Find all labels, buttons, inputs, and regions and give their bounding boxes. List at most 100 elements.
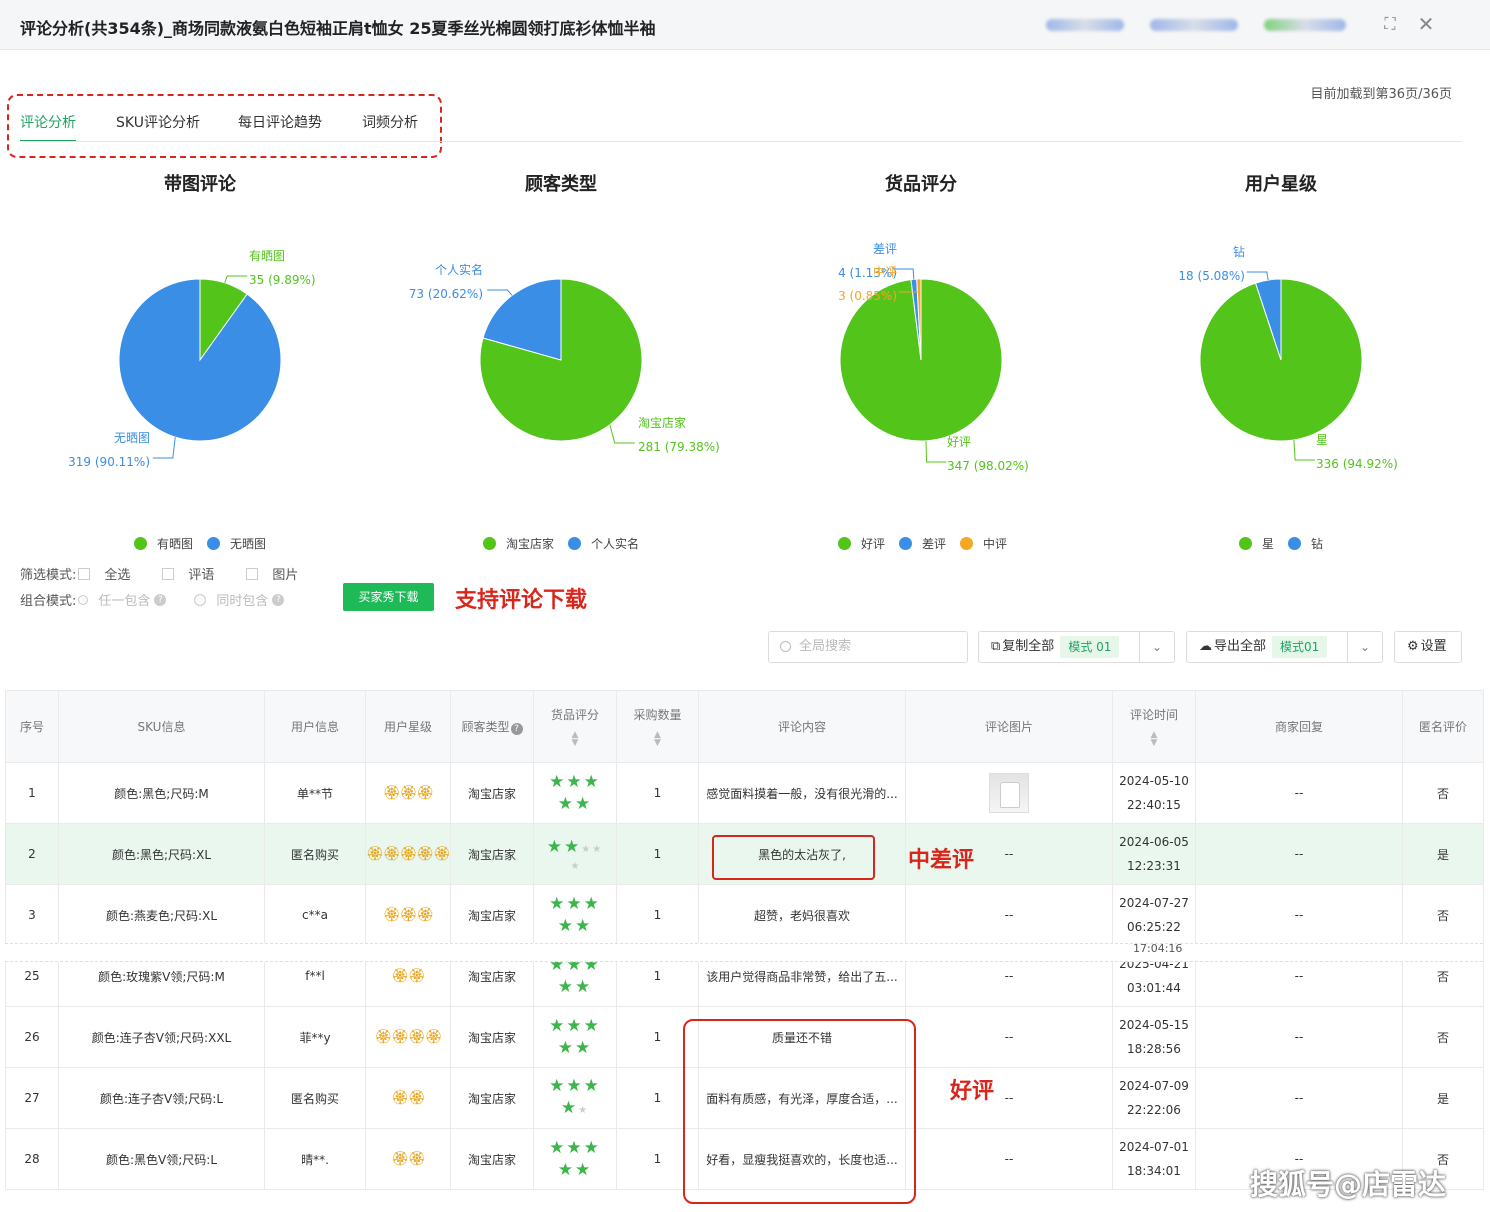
- sort-icon[interactable]: ▲ ▼: [1114, 731, 1195, 748]
- column-header[interactable]: 用户星级: [365, 690, 451, 763]
- row-number: 3: [28, 908, 36, 922]
- leader-line: [925, 440, 947, 463]
- cell-reply: --: [1195, 1006, 1403, 1068]
- help-icon[interactable]: ?: [154, 593, 167, 606]
- tab-word-frequency[interactable]: 词频分析: [362, 112, 418, 140]
- select-all-checkbox[interactable]: [78, 567, 91, 580]
- merchant-reply: --: [1294, 847, 1304, 861]
- window-titlebar: 评论分析(共354条)_商场同款液氨白色短袖正肩t恤女 25夏季丝光棉圆领打底衫…: [0, 0, 1490, 50]
- cell-customer-type: 淘宝店家: [450, 762, 534, 824]
- export-all-label: 导出全部: [1214, 639, 1267, 654]
- tab-daily-trend[interactable]: 每日评论趋势: [238, 112, 322, 140]
- settings-button[interactable]: ⚙ 设置: [1394, 631, 1462, 663]
- cell-user: 菲**y: [264, 1006, 366, 1068]
- leader-line: [1293, 439, 1316, 461]
- global-search-input[interactable]: 全局搜索: [768, 631, 968, 663]
- cell-content[interactable]: 感觉面料摸着一般，没有很光滑的...: [698, 762, 906, 824]
- all-include-radio[interactable]: [194, 593, 207, 606]
- filter-mode-label: 筛选模式:: [20, 568, 77, 583]
- column-header[interactable]: SKU信息: [58, 690, 265, 763]
- copy-all-button[interactable]: ⧉ 复制全部 模式 01 ⌄: [978, 631, 1175, 663]
- column-header-sortable[interactable]: 评论时间 ▲ ▼: [1112, 690, 1196, 763]
- cell-qty: 1: [616, 884, 699, 946]
- comment-time: 22:40:15: [1127, 798, 1181, 812]
- fullscreen-icon[interactable]: ⛶: [1378, 12, 1402, 36]
- legend-item[interactable]: 有晒图: [134, 535, 193, 552]
- blurred-toolbar-chip-2[interactable]: [1150, 19, 1238, 31]
- rating-stars: ★★★: [549, 894, 601, 914]
- column-header[interactable]: 评论内容: [698, 690, 906, 763]
- copy-all-label: 复制全部: [1002, 639, 1055, 654]
- rating-stars: ★★: [557, 794, 593, 814]
- customer-type: 淘宝店家: [467, 786, 516, 801]
- legend-dot: [960, 537, 974, 550]
- legend-item[interactable]: 好评: [838, 535, 885, 552]
- legend-item[interactable]: 差评: [899, 535, 946, 552]
- tab-sku-analysis[interactable]: SKU评论分析: [116, 112, 200, 140]
- legend-item[interactable]: 钻: [1288, 535, 1323, 552]
- cell-content[interactable]: 超赞，老妈很喜欢: [698, 884, 906, 946]
- anonymous-flag: 否: [1436, 1030, 1449, 1045]
- column-header[interactable]: 用户信息: [264, 690, 366, 763]
- slice-value: 281 (79.38%): [638, 440, 720, 454]
- cell-no: 28: [5, 1128, 59, 1190]
- comment-date: 2024-05-10: [1119, 774, 1189, 788]
- any-include-radio[interactable]: [78, 594, 89, 605]
- legend-rating: 好评 差评 中评: [838, 535, 1021, 552]
- cell-no: 1: [5, 762, 59, 824]
- header-label: 货品评分: [550, 708, 599, 722]
- cell-sku: 颜色:燕麦色;尺码:XL: [58, 884, 265, 946]
- pie-charts: 有晒图 35 (9.89%) 无晒图 319 (90.11%) 淘宝店家 281 (79.…: [68, 242, 1398, 473]
- header-label: 顾客类型: [461, 720, 510, 734]
- window-title: 评论分析(共354条)_商场同款液氨白色短袖正肩t恤女 25夏季丝光棉圆领打底衫…: [20, 19, 656, 38]
- cell-user: c**a: [264, 884, 366, 946]
- column-header[interactable]: 匿名评价: [1402, 690, 1484, 763]
- sort-icon[interactable]: ▲ ▼: [535, 731, 616, 748]
- legend-label: 钻: [1311, 537, 1324, 551]
- column-header[interactable]: 评论图片: [905, 690, 1113, 763]
- rating-stars: ★★★: [549, 1075, 601, 1096]
- legend-item[interactable]: 无晒图: [207, 535, 266, 552]
- slice-value: 347 (98.02%): [947, 459, 1029, 473]
- close-icon[interactable]: ✕: [1414, 12, 1438, 36]
- select-all-label: 全选: [104, 568, 131, 583]
- chevron-down-icon[interactable]: ⌄: [1347, 632, 1383, 662]
- column-header[interactable]: 序号: [5, 690, 59, 763]
- table-row[interactable]: 1 颜色:黑色;尺码:M 单**节 🏵🏵🏵 淘宝店家 ★★★ ★★ 1 感觉面料摸着一般，没有很…: [5, 762, 1484, 824]
- column-header[interactable]: 顾客类型?: [450, 690, 534, 763]
- sort-icon[interactable]: ▲ ▼: [618, 731, 698, 748]
- legend-item[interactable]: 个人实名: [568, 535, 639, 552]
- legend-item[interactable]: 淘宝店家: [483, 535, 554, 552]
- page-load-status: 目前加载到第36页/36页: [1310, 87, 1452, 102]
- legend-item[interactable]: 中评: [960, 535, 1007, 552]
- customer-type: 淘宝店家: [467, 1152, 516, 1167]
- user-name: f**l: [305, 969, 325, 983]
- help-icon[interactable]: ?: [272, 593, 285, 606]
- comment-time: 12:23:31: [1127, 859, 1181, 873]
- help-icon[interactable]: ?: [510, 723, 523, 735]
- cell-level: 🏵🏵🏵🏵: [365, 1006, 451, 1068]
- legend-item[interactable]: 星: [1239, 535, 1274, 552]
- legend-label: 淘宝店家: [506, 537, 555, 551]
- blurred-toolbar-chip-1[interactable]: [1046, 19, 1124, 31]
- column-header-sortable[interactable]: 货品评分 ▲ ▼: [533, 690, 617, 763]
- empty-value: --: [1004, 847, 1014, 861]
- row-number: 27: [24, 1091, 40, 1105]
- column-header-sortable[interactable]: 采购数量 ▲ ▼: [616, 690, 699, 763]
- blurred-toolbar-chip-3[interactable]: [1264, 19, 1346, 31]
- cell-time: 2024-06-05 12:23:31: [1112, 823, 1196, 885]
- column-header[interactable]: 商家回复: [1195, 690, 1403, 763]
- chevron-down-icon[interactable]: ⌄: [1139, 632, 1175, 662]
- purchase-qty: 1: [653, 786, 662, 800]
- all-include-label: 同时包含: [216, 594, 269, 609]
- comment-photo[interactable]: [989, 773, 1029, 813]
- buyer-show-download-button[interactable]: 买家秀下载: [343, 583, 434, 611]
- merchant-reply: --: [1294, 1091, 1304, 1105]
- leader-line: [609, 424, 635, 444]
- export-all-button[interactable]: ☁ 导出全部 模式01 ⌄: [1186, 631, 1383, 663]
- comment-checkbox[interactable]: [162, 567, 175, 580]
- tab-comment-analysis[interactable]: 评论分析: [20, 112, 76, 142]
- table-row[interactable]: 3 颜色:燕麦色;尺码:XL c**a 🏵🏵🏵 淘宝店家 ★★★ ★★ 1 超赞，老妈很喜欢 --…: [5, 884, 1484, 946]
- user-level-medals: 🏵🏵🏵🏵🏵: [366, 846, 450, 862]
- image-checkbox[interactable]: [246, 567, 259, 580]
